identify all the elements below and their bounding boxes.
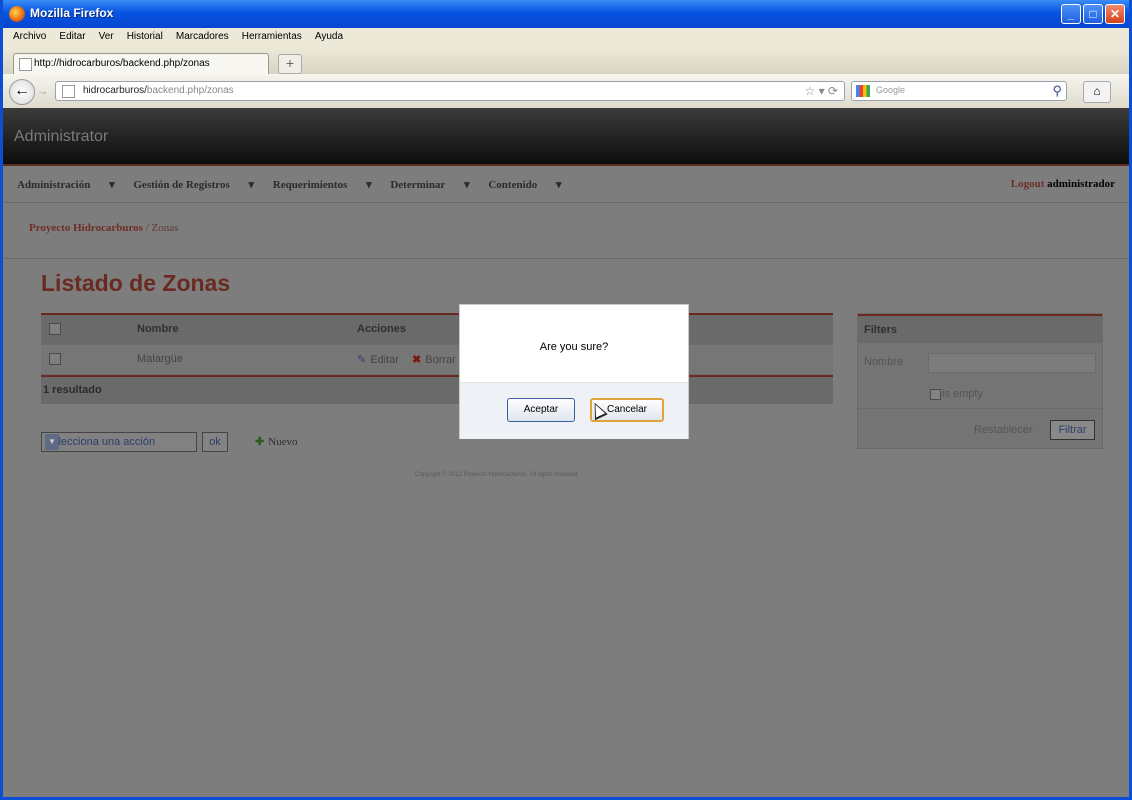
window-title: Mozilla Firefox (30, 6, 114, 20)
menu-herramientas[interactable]: Herramientas (242, 31, 302, 42)
batch-ok-button[interactable]: ok (202, 432, 228, 452)
reset-filters-link[interactable]: Restablecer (974, 424, 1033, 436)
filter-nombre-input[interactable] (928, 353, 1096, 373)
site-identity-icon[interactable] (62, 85, 75, 98)
zones-table: Nombre Acciones Malargüe ✎ Editar ✖ Borrar… (41, 313, 833, 404)
page-icon (19, 58, 32, 71)
url-bar[interactable]: hidrocarburos/backend.php/zonas ☆ ▾ ⟳ (55, 81, 845, 101)
breadcrumb-link[interactable]: Proyecto Hidrocarburos (29, 222, 143, 234)
page-title: Listado de Zonas (41, 270, 231, 296)
menu-editar[interactable]: Editar (59, 31, 85, 42)
menu-ayuda[interactable]: Ayuda (315, 31, 343, 42)
filters-panel: Filters Nombre is empty Restablecer Filt… (857, 313, 1103, 449)
nav-requerimientos[interactable]: Requerimientos ▾ (273, 179, 372, 191)
url-text[interactable]: hidrocarburos/backend.php/zonas (83, 85, 234, 96)
back-arrow-icon[interactable]: ← (9, 79, 35, 105)
divider (3, 202, 1129, 203)
table-header: Nombre Acciones (41, 315, 833, 345)
tab-bar: http://hidrocarburos/backend.php/zonas + (3, 48, 1129, 75)
delete-icon[interactable]: ✖ (412, 354, 421, 366)
copyright: Copyright © 2012 Proyecto Hidrocarburos.… (415, 472, 580, 478)
nav-contenido[interactable]: Contenido ▾ (488, 179, 561, 191)
menu-bar: Archivo Editar Ver Historial Marcadores … (3, 28, 1129, 48)
browser-window: Mozilla Firefox _ □ ✕ Archivo Editar Ver… (0, 0, 1132, 800)
search-placeholder: Google (876, 85, 906, 95)
breadcrumb-current: Zonas (151, 222, 179, 234)
nav-administracion[interactable]: Administración ▾ (17, 179, 115, 191)
batch-action-select[interactable]: Selecciona una acción ▼ (41, 432, 197, 452)
search-icon[interactable]: ⚲ (1052, 83, 1062, 99)
search-box[interactable]: Google ⚲ (851, 81, 1067, 101)
new-button[interactable]: ✚ Nuevo (255, 435, 298, 448)
column-acciones: Acciones (357, 323, 406, 335)
navigation-bar: ← → hidrocarburos/backend.php/zonas ☆ ▾ … (3, 74, 1129, 109)
delete-link[interactable]: Borrar (425, 354, 456, 366)
divider (3, 258, 1129, 259)
pencil-icon[interactable]: ✎ (357, 354, 366, 366)
minimize-button[interactable]: _ (1061, 4, 1081, 24)
is-empty-checkbox[interactable] (930, 389, 941, 400)
google-icon[interactable] (856, 85, 870, 97)
filter-button[interactable]: Filtrar (1050, 420, 1095, 440)
confirm-dialog: Are you sure? Aceptar Cancelar (459, 304, 689, 439)
admin-brand: Administrator (14, 128, 109, 145)
table-footer: 1 resultado (41, 377, 833, 404)
admin-header: Administrator (3, 108, 1129, 164)
is-empty-label: is empty (942, 388, 983, 400)
logout-link[interactable]: Logout (1011, 178, 1045, 190)
chevron-down-icon[interactable]: ▼ (45, 434, 59, 450)
accept-button[interactable]: Aceptar (507, 398, 575, 422)
select-all-checkbox[interactable] (49, 323, 61, 335)
nav-gestion-registros[interactable]: Gestión de Registros ▾ (133, 179, 254, 191)
breadcrumb: Proyecto Hidrocarburos / Zonas (29, 222, 179, 234)
menu-historial[interactable]: Historial (127, 31, 163, 42)
menu-marcadores[interactable]: Marcadores (176, 31, 229, 42)
forward-arrow-icon[interactable]: → (36, 83, 49, 98)
menu-ver[interactable]: Ver (99, 31, 114, 42)
logout-area: Logout administrador (1011, 178, 1115, 190)
dialog-message: Are you sure? (539, 341, 609, 353)
tab-title: http://hidrocarburos/backend.php/zonas (34, 58, 210, 69)
logged-user: administrador (1047, 178, 1115, 190)
edit-link[interactable]: Editar (370, 354, 399, 366)
nav-determinar[interactable]: Determinar ▾ (390, 179, 469, 191)
row-nombre: Malargüe (137, 353, 183, 365)
table-row: Malargüe ✎ Editar ✖ Borrar (41, 345, 833, 375)
close-window-button[interactable]: ✕ (1105, 4, 1125, 24)
row-checkbox[interactable] (49, 353, 61, 365)
new-tab-icon[interactable]: + (278, 54, 302, 74)
result-count: 1 resultado (43, 384, 102, 396)
web-page: Administrator Administración ▾ Gestión d… (3, 108, 1129, 797)
title-bar: Mozilla Firefox _ □ ✕ (3, 0, 1129, 28)
header-divider (3, 164, 1129, 166)
maximize-button[interactable]: □ (1083, 4, 1103, 24)
firefox-logo-icon (9, 6, 25, 22)
main-nav: Administración ▾ Gestión de Registros ▾ … (17, 178, 578, 191)
column-nombre[interactable]: Nombre (137, 323, 179, 335)
bookmark-star-icon[interactable]: ☆ ▾ ⟳ (804, 84, 838, 98)
plus-icon[interactable]: ✚ (255, 436, 264, 448)
filter-nombre-label: Nombre (864, 356, 904, 368)
home-icon[interactable]: ⌂ (1083, 81, 1111, 103)
browser-tab[interactable]: http://hidrocarburos/backend.php/zonas (13, 53, 269, 74)
filters-header: Filters (858, 316, 1102, 343)
menu-archivo[interactable]: Archivo (13, 31, 46, 42)
